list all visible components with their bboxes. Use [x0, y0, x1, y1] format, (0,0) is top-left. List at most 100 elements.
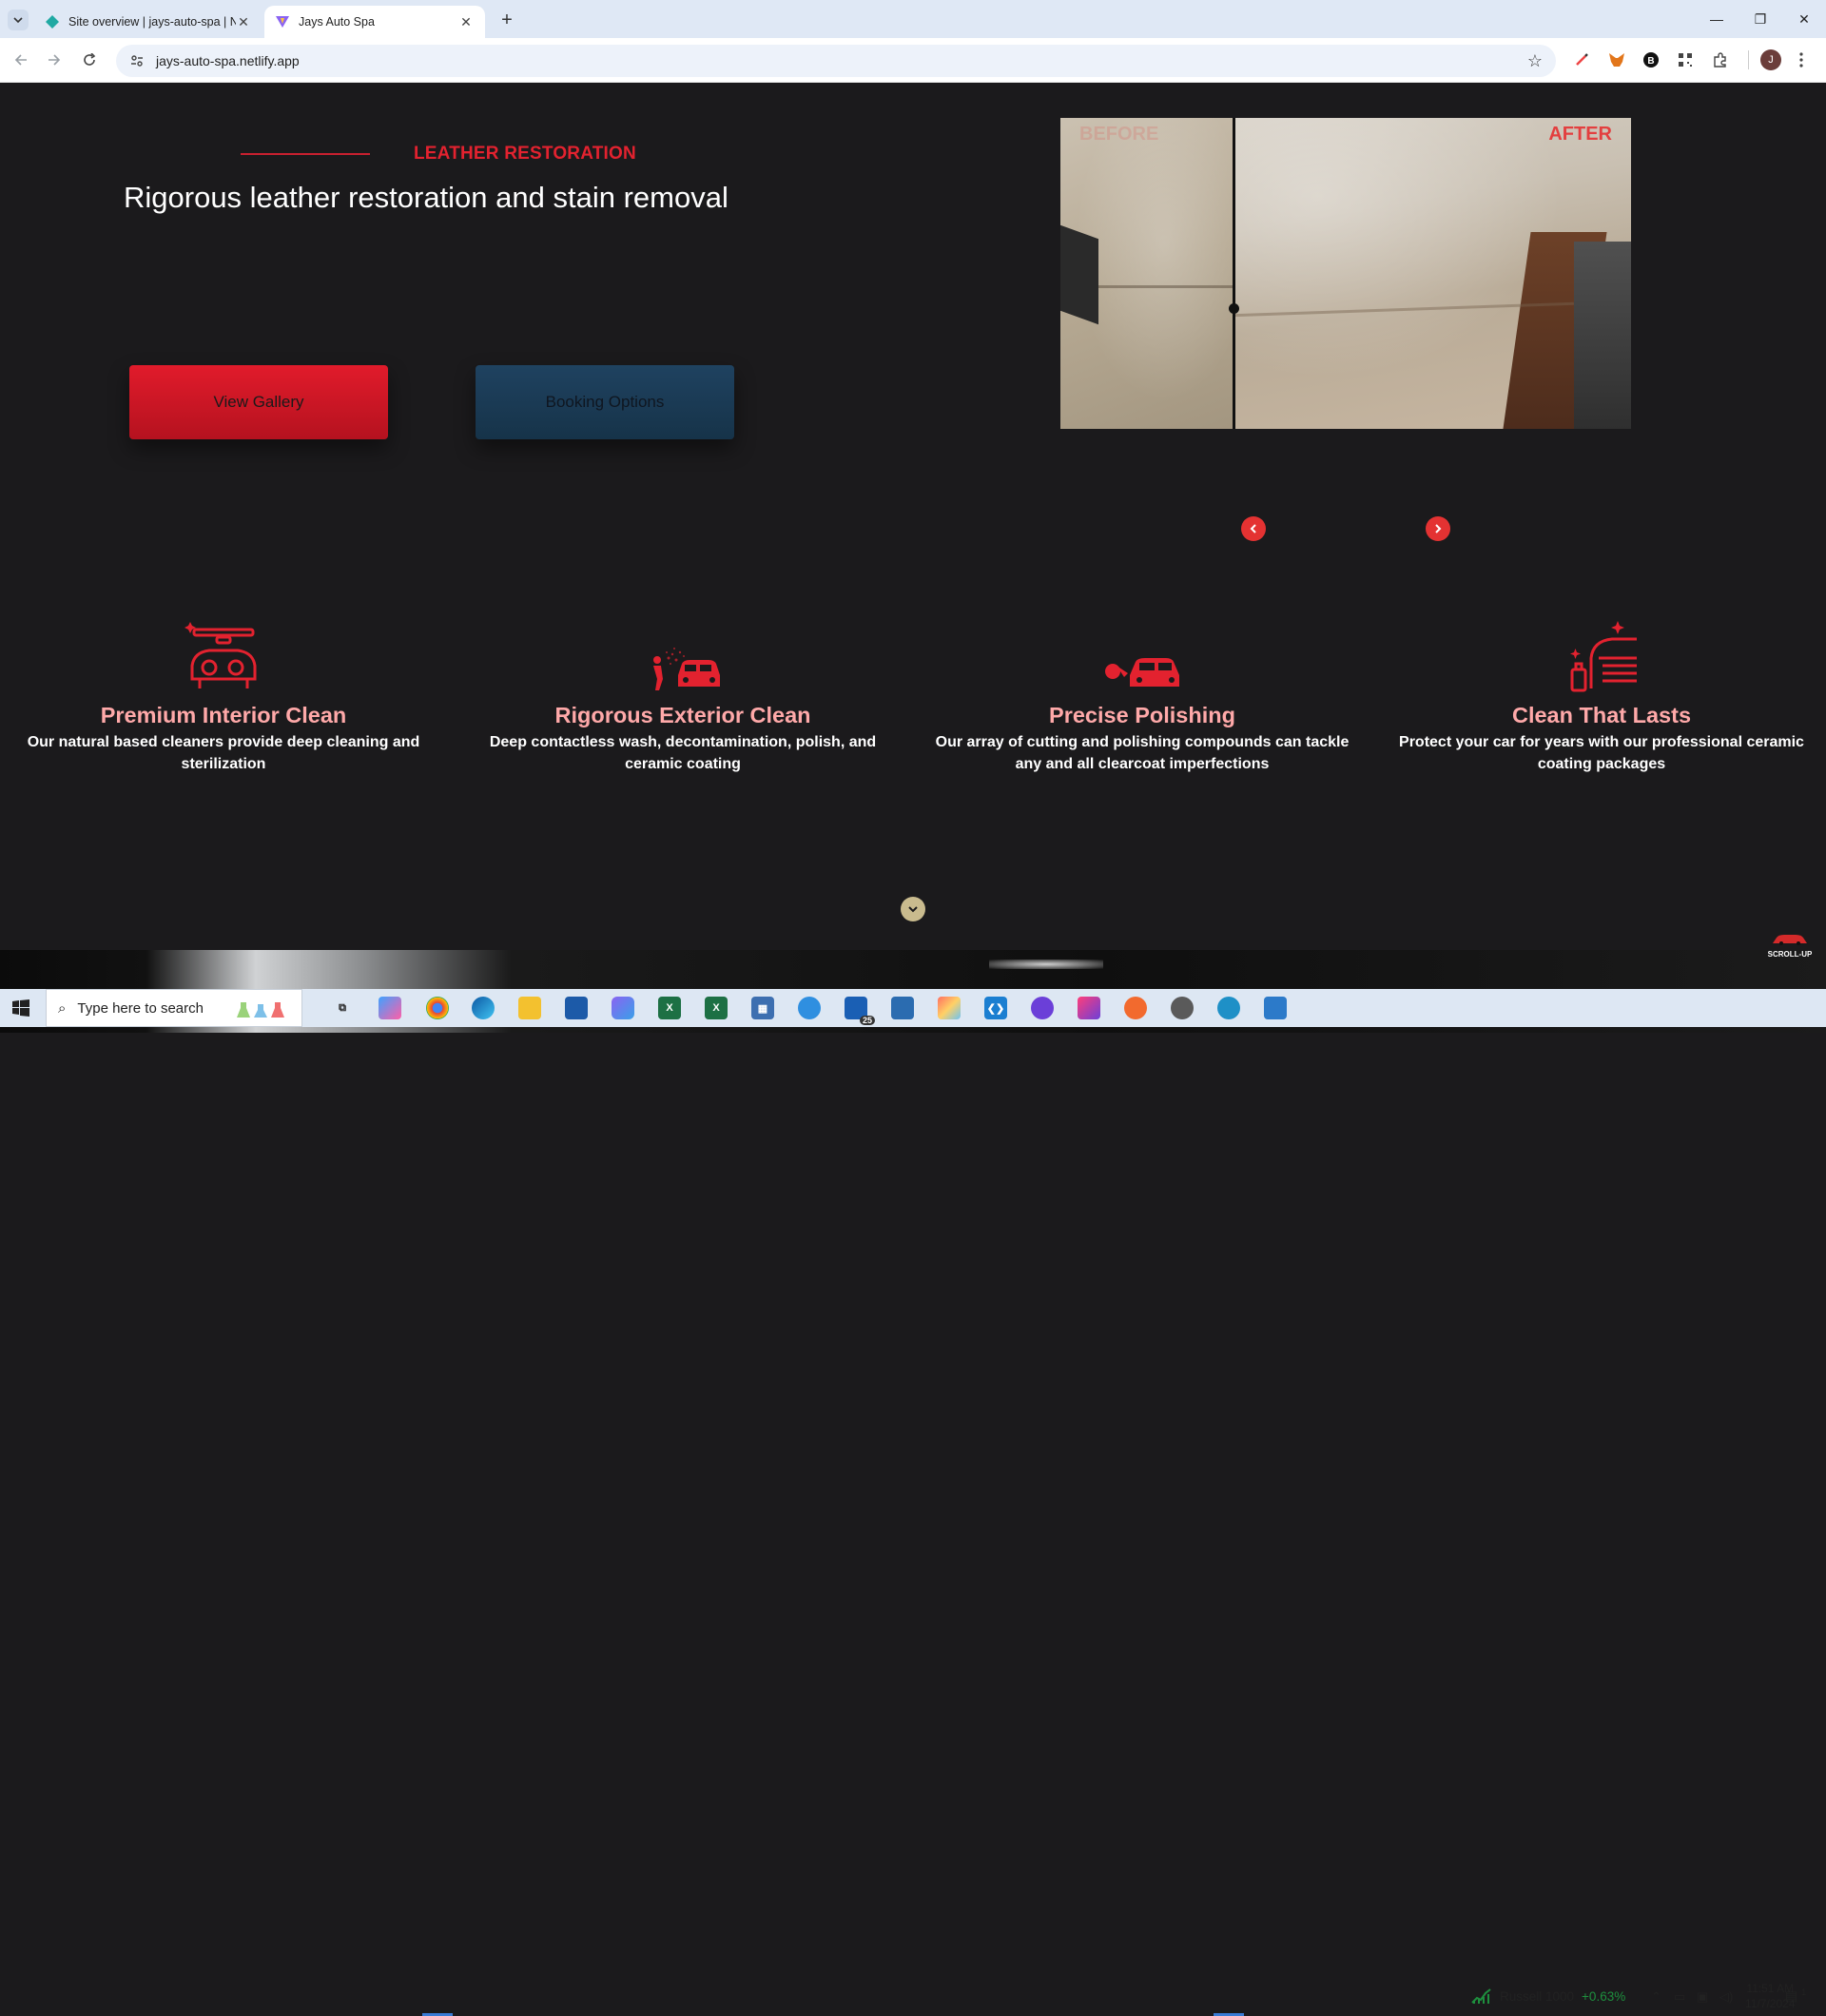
- toolbar-divider: [1748, 50, 1749, 69]
- chevron-left-icon: [1250, 524, 1256, 533]
- copilot-icon[interactable]: [379, 997, 401, 1019]
- close-icon[interactable]: ✕: [458, 14, 474, 30]
- volume-icon[interactable]: ◁): [1719, 1989, 1733, 2005]
- forward-button[interactable]: [43, 48, 66, 71]
- view-gallery-button[interactable]: View Gallery: [129, 365, 388, 439]
- window-controls: — ❐ ✕: [1695, 0, 1826, 38]
- reload-button[interactable]: [78, 48, 101, 71]
- back-button[interactable]: [10, 48, 32, 71]
- before-after-slider[interactable]: BEFORE AFTER: [1060, 118, 1631, 429]
- vscode-icon[interactable]: ❮❯: [984, 997, 1007, 1019]
- page-content: LEATHER RESTORATION Rigorous leather res…: [0, 83, 1826, 1044]
- extensions-puzzle-icon[interactable]: [1711, 50, 1730, 69]
- mail-badge: 25: [859, 1016, 875, 1025]
- vite-icon: [276, 16, 289, 28]
- address-bar[interactable]: jays-auto-spa.netlify.app ☆: [116, 45, 1556, 77]
- figma-like-icon[interactable]: [938, 997, 961, 1019]
- bookmark-star-icon[interactable]: ☆: [1527, 51, 1543, 71]
- arrow-left-icon: [14, 54, 27, 66]
- close-window-button[interactable]: ✕: [1782, 0, 1826, 38]
- feature-description: Protect your car for years with our prof…: [1399, 734, 1804, 772]
- proton-icon[interactable]: [1031, 997, 1054, 1019]
- file-explorer-icon[interactable]: [518, 997, 541, 1019]
- network-icon[interactable]: ▭: [1674, 1989, 1685, 2005]
- car-icon: [1773, 935, 1807, 945]
- ticker-name: Russell 1000: [1500, 1988, 1575, 2004]
- jetbrains-icon[interactable]: [1078, 997, 1100, 1019]
- calculator-icon[interactable]: ▦: [751, 997, 774, 1019]
- postman-icon[interactable]: [1124, 997, 1147, 1019]
- github-desktop-icon[interactable]: [1171, 997, 1194, 1019]
- metamask-icon[interactable]: [1607, 50, 1626, 69]
- photos-icon[interactable]: [1264, 997, 1287, 1019]
- site-settings-icon[interactable]: [129, 53, 145, 68]
- taskbar-search[interactable]: ⌕ Type here to search: [46, 989, 302, 1027]
- tab-jays-auto-spa[interactable]: Jays Auto Spa ✕: [264, 6, 485, 38]
- section-eyebrow: LEATHER RESTORATION: [414, 144, 636, 164]
- feature-card: Premium Interior Clean Our natural based…: [14, 620, 433, 775]
- tab-title: Site overview | jays-auto-spa | N: [68, 15, 236, 29]
- edge-icon[interactable]: [472, 997, 495, 1019]
- windows-taskbar: ⌕ Type here to search ⧉ X X ▦ 25 ❮❯ Russ…: [0, 989, 1826, 2016]
- polishing-icon: [1105, 658, 1179, 687]
- before-label: BEFORE: [1079, 124, 1159, 145]
- ceramic-coating-icon: [1570, 621, 1637, 692]
- browser-toolbar: jays-auto-spa.netlify.app ☆ B: [0, 38, 1826, 83]
- new-tab-button[interactable]: +: [495, 8, 519, 32]
- mail-icon[interactable]: 25: [845, 997, 875, 1025]
- search-placeholder: Type here to search: [77, 999, 204, 1017]
- exterior-wash-icon: [653, 648, 720, 690]
- chevron-right-icon: [1435, 524, 1442, 533]
- profile-avatar[interactable]: J: [1760, 49, 1781, 70]
- stock-ticker-widget[interactable]: Russell 1000 +0.63%: [1471, 1987, 1625, 2005]
- stock-chart-icon: [1471, 1988, 1491, 2004]
- booking-options-button[interactable]: Booking Options: [476, 365, 734, 439]
- power-automate-icon[interactable]: [612, 997, 634, 1019]
- feature-description: Deep contactless wash, decontamination, …: [489, 734, 877, 772]
- scroll-down-button[interactable]: [901, 897, 925, 921]
- tab-site-overview[interactable]: Site overview | jays-auto-spa | N ✕: [34, 6, 262, 38]
- excel-icon[interactable]: X: [658, 997, 681, 1019]
- eyebrow-rule: [241, 153, 370, 155]
- search-icon: ⌕: [58, 999, 67, 1017]
- feature-card: Clean That Lasts Protect your car for ye…: [1392, 620, 1811, 775]
- feature-card: Rigorous Exterior Clean Deep contactless…: [474, 620, 892, 775]
- ticker-change: +0.63%: [1582, 1988, 1626, 2004]
- slider-handle[interactable]: [1229, 303, 1239, 314]
- docker-icon[interactable]: [798, 997, 821, 1019]
- b-extension-icon[interactable]: B: [1641, 50, 1661, 69]
- previous-slide-button[interactable]: [1241, 516, 1266, 541]
- windows-start-icon[interactable]: [11, 998, 30, 1018]
- hero-headline: Rigorous leather restoration and stain r…: [124, 181, 728, 214]
- task-view-icon[interactable]: ⧉: [331, 997, 354, 1019]
- feature-description: Our natural based cleaners provide deep …: [27, 734, 420, 772]
- display-icon[interactable]: ▣: [1697, 1989, 1708, 2005]
- url-text: jays-auto-spa.netlify.app: [156, 53, 300, 68]
- search-highlight-icon: [237, 1002, 284, 1018]
- scroll-up-label: SCROLL-UP: [1767, 950, 1813, 959]
- close-icon[interactable]: ✕: [236, 14, 251, 30]
- before-image: [1060, 118, 1234, 429]
- active-app-icon[interactable]: [1217, 997, 1240, 1019]
- excel-alt-icon[interactable]: X: [705, 997, 728, 1019]
- notification-center-button[interactable]: ▤ 1: [1785, 1987, 1806, 2005]
- scroll-up-button[interactable]: SCROLL-UP: [1764, 932, 1816, 962]
- tab-search-button[interactable]: [8, 10, 29, 30]
- microsoft-store-icon[interactable]: [565, 997, 588, 1019]
- remote-desktop-icon[interactable]: [891, 997, 914, 1019]
- after-label: AFTER: [1548, 124, 1612, 145]
- kebab-menu-icon[interactable]: [1792, 50, 1811, 69]
- pen-extension-icon[interactable]: [1572, 50, 1591, 69]
- feature-title: Clean That Lasts: [1511, 703, 1692, 727]
- restore-button[interactable]: ❐: [1739, 0, 1782, 38]
- slider-divider[interactable]: [1233, 118, 1235, 429]
- tab-title: Jays Auto Spa: [299, 15, 375, 29]
- next-slide-button[interactable]: [1426, 516, 1450, 541]
- feature-title: Rigorous Exterior Clean: [554, 703, 811, 727]
- chrome-icon[interactable]: [426, 997, 449, 1019]
- netlify-icon: [46, 15, 59, 29]
- qr-extension-icon[interactable]: [1676, 50, 1695, 69]
- tab-strip: Site overview | jays-auto-spa | N ✕ Jays…: [0, 0, 1826, 38]
- minimize-button[interactable]: —: [1695, 0, 1739, 38]
- chevron-up-icon[interactable]: ⌃: [1651, 1989, 1661, 2005]
